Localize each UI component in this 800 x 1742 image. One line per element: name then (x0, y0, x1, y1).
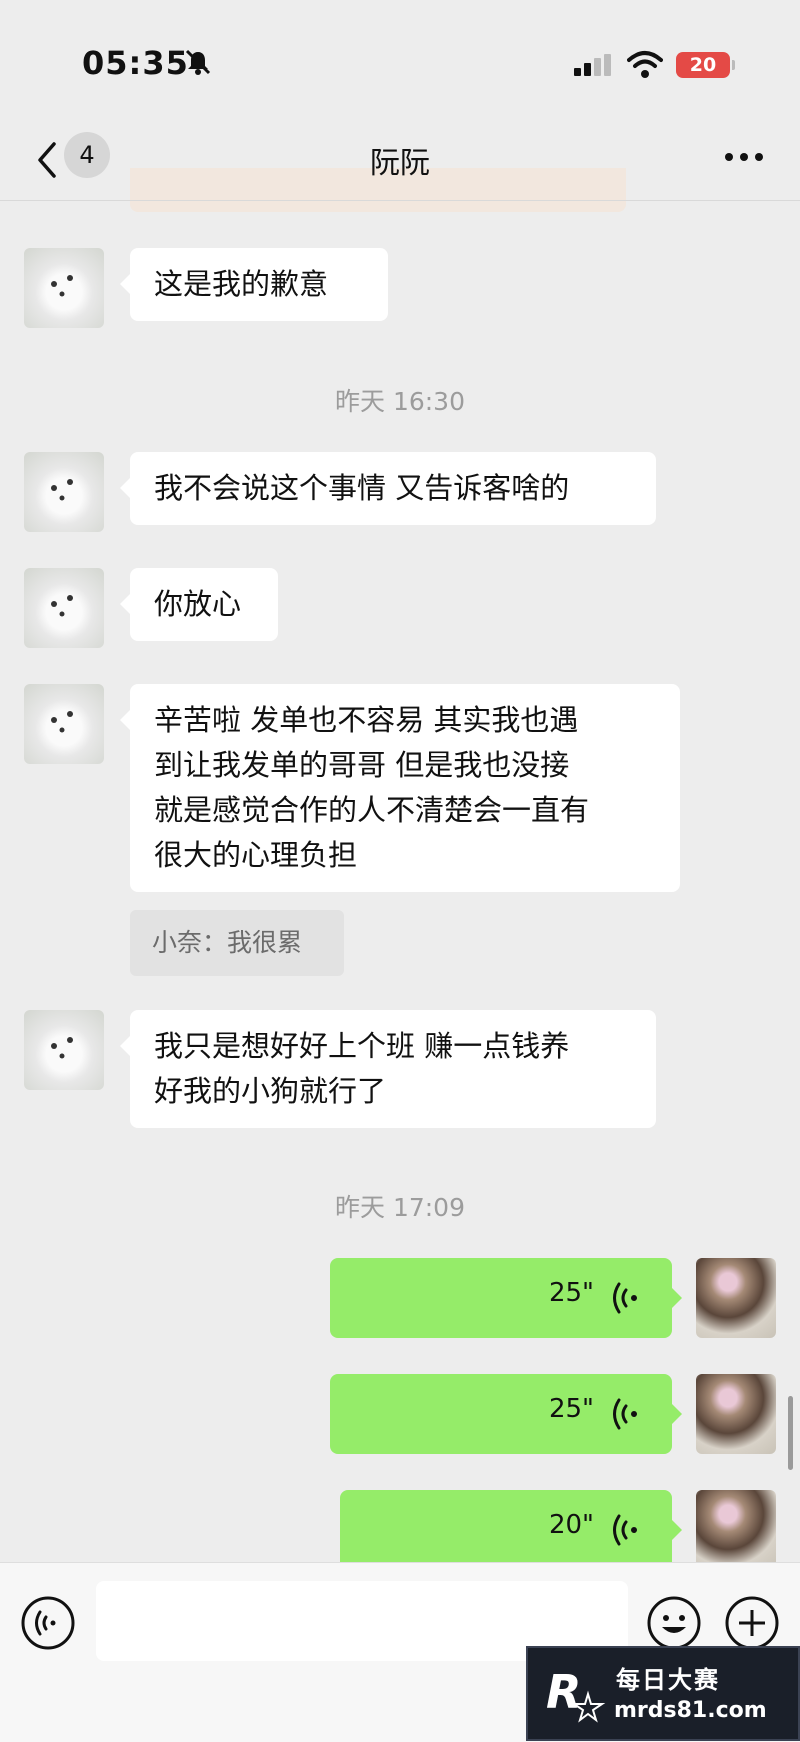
message-bubble[interactable]: 辛苦啦 发单也不容易 其实我也遇 到让我发单的哥哥 但是我也没接 就是感觉合作的… (120, 684, 680, 892)
message-line: 我只是想好好上个班 赚一点钱养 (154, 1029, 570, 1063)
status-bar: 05:35 20 (0, 0, 800, 130)
wifi-icon (627, 51, 663, 78)
my-avatar[interactable] (696, 1374, 776, 1454)
voice-wave-icon (613, 1398, 637, 1430)
voice-wave-icon (613, 1514, 637, 1546)
watermark-logo-icon: R (546, 1665, 606, 1723)
puppy-icon (51, 479, 73, 501)
message-line: 很大的心理负担 (154, 838, 358, 872)
time-divider: 昨天 16:30 (335, 387, 465, 416)
message-bubble[interactable]: 我只是想好好上个班 赚一点钱养 好我的小狗就行了 (120, 1010, 656, 1128)
status-time: 05:35 (82, 44, 189, 82)
signal-icon (574, 54, 611, 76)
message-bubble[interactable]: 我不会说这个事情 又告诉客啥的 (120, 452, 656, 525)
emoji-icon[interactable] (646, 1595, 702, 1651)
watermark-site: mrds81.com (614, 1698, 767, 1723)
svg-text:R: R (546, 1665, 581, 1719)
battery-icon: 20 (676, 52, 735, 78)
bell-muted-icon (185, 49, 211, 75)
message-line: 到让我发单的哥哥 但是我也没接 (154, 748, 570, 782)
voice-duration: 20" (548, 1510, 594, 1540)
contact-avatar[interactable] (24, 452, 104, 532)
my-avatar[interactable] (696, 1490, 776, 1570)
more-options-icon[interactable] (724, 152, 764, 162)
quoted-message[interactable]: 小奈：我很累 (130, 910, 344, 976)
voice-message-bubble[interactable]: 25" (330, 1374, 682, 1454)
chat-title: 阮阮 (370, 146, 430, 181)
contact-avatar[interactable] (24, 568, 104, 648)
contact-avatar[interactable] (24, 684, 104, 764)
message-line: 好我的小狗就行了 (154, 1074, 387, 1108)
message-line: 辛苦啦 发单也不容易 其实我也遇 (154, 703, 579, 737)
message-bubble[interactable]: 这是我的歉意 (120, 248, 388, 321)
voice-message-bubble[interactable]: 25" (330, 1258, 682, 1338)
voice-duration: 25" (548, 1278, 594, 1308)
message-bubble[interactable]: 你放心 (120, 568, 278, 641)
puppy-icon (51, 595, 73, 617)
puppy-icon (51, 711, 73, 733)
voice-wave-icon (613, 1282, 637, 1314)
scrollbar-thumb[interactable] (788, 1396, 793, 1470)
time-divider: 昨天 17:09 (335, 1193, 465, 1222)
site-watermark: R 每日大赛 mrds81.com (526, 1646, 800, 1741)
voice-duration: 25" (548, 1394, 594, 1424)
contact-avatar[interactable] (24, 248, 104, 328)
contact-avatar[interactable] (24, 1010, 104, 1090)
my-avatar[interactable] (696, 1258, 776, 1338)
puppy-icon (51, 275, 73, 297)
puppy-icon (51, 1037, 73, 1059)
watermark-title: 每日大赛 (616, 1666, 720, 1694)
voice-message-bubble[interactable]: 20" (340, 1490, 682, 1570)
message-line: 就是感觉合作的人不清楚会一直有 (154, 793, 590, 827)
plus-icon[interactable] (724, 1595, 780, 1651)
voice-input-toggle-icon[interactable] (20, 1595, 76, 1651)
